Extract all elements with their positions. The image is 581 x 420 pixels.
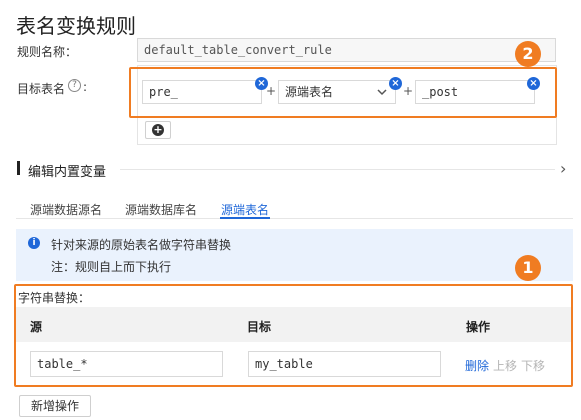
chevron-down-icon (377, 89, 387, 96)
remove-suffix-icon[interactable]: × (527, 77, 540, 90)
row-source-input[interactable]: table_* (30, 351, 223, 377)
prefix-input[interactable]: pre_ (142, 80, 262, 104)
source-table-select-value: 源端表名 (285, 85, 334, 99)
target-table-label: 目标表名 (17, 82, 66, 96)
col-source-header: 源 (30, 320, 43, 334)
info-icon: i (28, 237, 40, 249)
step-badge-1: 1 (515, 255, 541, 281)
page-title: 表名变换规则 (16, 14, 136, 38)
row-move-up-link[interactable]: 上移 (493, 357, 517, 374)
add-segment-button[interactable]: + (145, 121, 171, 139)
rule-name-label: 规则名称： (17, 45, 78, 59)
chevron-right-icon[interactable]: › (560, 159, 566, 178)
remove-source-icon[interactable]: × (389, 77, 402, 90)
replace-label: 字符串替换： (18, 291, 91, 305)
tab-source-datasource[interactable]: 源端数据源名 (30, 201, 102, 218)
help-icon[interactable]: ? (68, 79, 81, 92)
row-move-down-link[interactable]: 下移 (521, 357, 545, 374)
tab-active-indicator (220, 217, 270, 219)
step-badge-2: 2 (515, 41, 541, 67)
section-divider (120, 169, 555, 170)
add-operation-button[interactable]: 新增操作 (19, 395, 91, 417)
row-delete-link[interactable]: 删除 (465, 357, 489, 374)
plus-sign-2: + (403, 84, 414, 98)
row-target-input[interactable]: my_table (248, 351, 441, 377)
col-target-header: 目标 (247, 320, 272, 334)
info-line-1: 针对来源的原始表名做字符串替换 (51, 238, 232, 252)
tab-source-database[interactable]: 源端数据库名 (125, 201, 197, 218)
suffix-input[interactable]: _post (415, 80, 535, 104)
plus-sign: + (266, 84, 277, 98)
edit-section-title: 编辑内置变量 (28, 165, 107, 180)
colon: : (83, 80, 88, 94)
tab-underline-track (16, 218, 573, 219)
source-table-select[interactable]: 源端表名 (278, 80, 396, 104)
add-icon: + (152, 123, 164, 136)
col-action-header: 操作 (466, 320, 491, 334)
info-line-2: 注：规则自上而下执行 (51, 260, 172, 274)
section-marker (17, 161, 20, 175)
rule-name-input[interactable]: default_table_convert_rule (137, 38, 556, 62)
tab-source-table[interactable]: 源端表名 (221, 201, 269, 218)
